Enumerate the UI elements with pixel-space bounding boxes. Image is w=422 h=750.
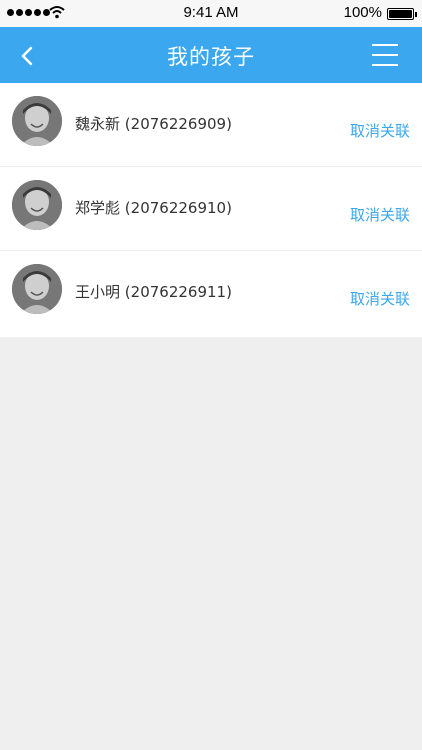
- unlink-button[interactable]: 取消关联: [350, 120, 410, 141]
- avatar-image: [12, 180, 62, 230]
- child-name-id: 郑学彪 (2076226910): [75, 197, 232, 218]
- child-name-id: 魏永新 (2076226909): [75, 113, 232, 134]
- page-title: 我的孩子: [167, 45, 255, 69]
- child-name-id: 王小明 (2076226911): [75, 281, 232, 302]
- battery-percentage: 100%: [343, 4, 382, 21]
- menu-line: [372, 64, 398, 66]
- child-name: 王小明: [75, 283, 121, 301]
- child-row: 魏永新 (2076226909) 取消关联: [0, 83, 422, 167]
- avatar-image: [12, 96, 62, 146]
- battery-cap: [415, 12, 417, 17]
- menu-line: [372, 44, 398, 46]
- child-id: (2076226910): [124, 199, 232, 217]
- avatar: [12, 264, 62, 314]
- status-bar: 9:41 AM 100%: [0, 0, 422, 27]
- menu-button[interactable]: [372, 44, 398, 68]
- child-id: (2076226909): [124, 115, 232, 133]
- child-row: 郑学彪 (2076226910) 取消关联: [0, 167, 422, 251]
- unlink-button[interactable]: 取消关联: [350, 204, 410, 225]
- unlink-button[interactable]: 取消关联: [350, 288, 410, 309]
- child-id: (2076226911): [124, 283, 232, 301]
- nav-bar: 我的孩子: [0, 27, 422, 83]
- avatar: [12, 96, 62, 146]
- children-list: 魏永新 (2076226909) 取消关联 郑学彪 (2076226910) 取…: [0, 83, 422, 337]
- child-name: 郑学彪: [75, 199, 121, 217]
- avatar-image: [12, 264, 62, 314]
- child-row: 王小明 (2076226911) 取消关联: [0, 251, 422, 337]
- menu-line: [372, 54, 398, 56]
- child-name: 魏永新: [75, 115, 121, 133]
- battery-icon: [387, 8, 414, 20]
- avatar: [12, 180, 62, 230]
